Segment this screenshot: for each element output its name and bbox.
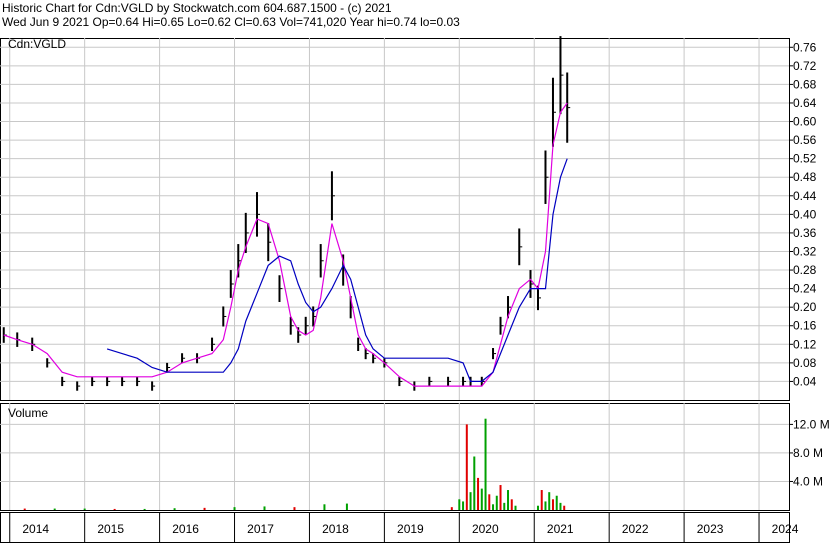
volume-bar [143, 508, 146, 510]
volume-bar [469, 492, 472, 510]
volume-bar [555, 495, 558, 510]
volume-panel-title: Volume [8, 406, 48, 420]
y-tick-label: 0.12 [793, 337, 817, 351]
volume-bar [473, 456, 476, 510]
y-tick-label: 0.40 [793, 207, 817, 221]
header-title: Historic Chart for Cdn:VGLD by Stockwatc… [2, 1, 392, 15]
stock-chart: 2014 2015 2016 2017 2018 2019 2020 2021 2022 2023… [0, 36, 830, 543]
y-tick-label: 0.36 [793, 226, 817, 240]
x-tick-label: 2018 [322, 522, 349, 536]
volume-bar [492, 504, 495, 510]
volume-bar [263, 506, 266, 510]
x-tick-label: 2017 [247, 522, 274, 536]
short-moving-average-line [3, 102, 568, 387]
y-tick-label: 0.52 [793, 152, 817, 166]
volume-bar [53, 508, 56, 510]
volume-bar [233, 507, 236, 510]
volume-tick-label: 8.0 M [793, 446, 823, 460]
volume-bar [173, 508, 176, 510]
y-tick-label: 0.20 [793, 300, 817, 314]
x-tick-label: 2021 [547, 522, 574, 536]
volume-bar [477, 477, 480, 510]
y-tick-label: 0.16 [793, 319, 817, 333]
volume-bar [458, 499, 461, 510]
volume-bar [323, 504, 326, 510]
y-tick-label: 0.64 [793, 96, 817, 110]
volume-bar [563, 505, 566, 510]
volume-bar [536, 505, 539, 510]
volume-bar [559, 502, 562, 510]
x-tick-label: 2024 [772, 522, 799, 536]
volume-bar [551, 499, 554, 510]
price-panel-title: Cdn:VGLD [8, 37, 66, 51]
volume-bar [514, 505, 517, 510]
x-tick-label: 2023 [697, 522, 724, 536]
volume-bar [495, 495, 498, 510]
x-tick-label: 2019 [397, 522, 424, 536]
volume-bar [488, 494, 491, 510]
volume-bar [499, 485, 502, 510]
y-tick-label: 0.72 [793, 59, 817, 73]
volume-tick-label: 12.0 M [793, 417, 830, 431]
y-tick-label: 0.28 [793, 263, 817, 277]
volume-bar [540, 490, 543, 510]
price-panel-frame [0, 38, 790, 401]
y-tick-label: 0.04 [793, 374, 817, 388]
volume-bar [462, 501, 465, 510]
y-tick-label: 0.32 [793, 244, 817, 258]
y-tick-label: 0.24 [793, 282, 817, 296]
y-tick-label: 0.08 [793, 356, 817, 370]
volume-bar [544, 501, 547, 510]
chart-stage: 2014 2015 2016 2017 2018 2019 2020 2021 2022 2023… [0, 0, 830, 543]
volume-bar [465, 424, 468, 510]
volume-bar [113, 508, 116, 510]
y-tick-label: 0.76 [793, 40, 817, 54]
x-tick-label: 2014 [22, 522, 49, 536]
volume-bar [548, 492, 551, 510]
volume-bar [203, 507, 206, 510]
volume-bar [507, 490, 510, 510]
y-tick-label: 0.56 [793, 133, 817, 147]
x-tick-label: 2022 [622, 522, 649, 536]
y-tick-label: 0.48 [793, 170, 817, 184]
header-quote-line: Wed Jun 9 2021 Op=0.64 Hi=0.65 Lo=0.62 C… [2, 15, 460, 29]
y-tick-label: 0.68 [793, 77, 817, 91]
volume-bar [293, 507, 296, 510]
volume-panel-frame [0, 403, 790, 511]
volume-bar [83, 508, 86, 510]
x-tick-label: 2016 [172, 522, 199, 536]
volume-bar [450, 507, 453, 510]
volume-bar [503, 502, 506, 510]
x-tick-label: 2020 [472, 522, 499, 536]
y-tick-label: 0.60 [793, 115, 817, 129]
volume-tick-label: 4.0 M [793, 474, 823, 488]
y-tick-label: 0.44 [793, 189, 817, 203]
volume-bar [23, 508, 26, 510]
grid-layer [0, 38, 790, 543]
data-layer [2, 36, 571, 510]
volume-bar [345, 503, 348, 510]
volume-bar [480, 488, 483, 510]
volume-bar [484, 418, 487, 510]
volume-bar [510, 499, 513, 510]
x-tick-label: 2015 [97, 522, 124, 536]
